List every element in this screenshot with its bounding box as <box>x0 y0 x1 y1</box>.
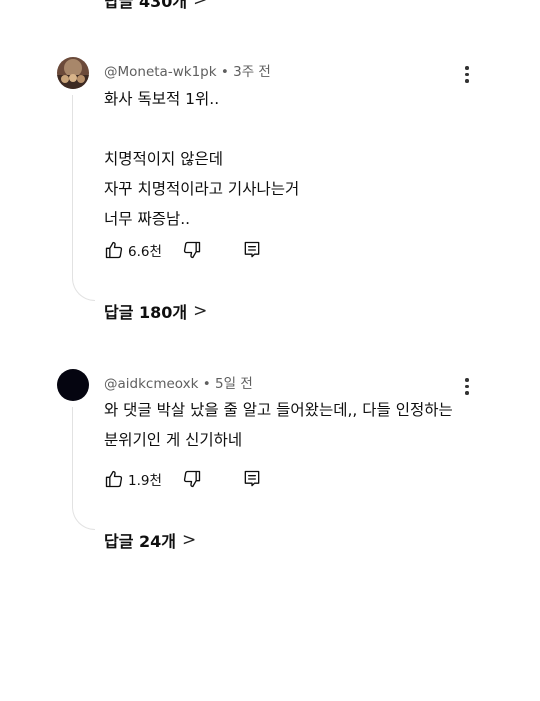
comment-text: 와 댓글 박살 났을 줄 알고 들어왔는데,, 다들 인정하는 분위기인 게 신… <box>104 401 453 449</box>
comment-time: 5일 전 <box>215 376 253 392</box>
reply-comment-icon <box>242 240 262 260</box>
author-name[interactable]: @aidkcmeoxk <box>104 376 198 392</box>
replies-button[interactable]: 답글 180개 > <box>104 299 207 323</box>
avatar[interactable] <box>57 369 89 401</box>
avatar[interactable] <box>57 57 89 89</box>
reply-button[interactable] <box>242 240 262 260</box>
like-button[interactable]: 6.6천 <box>104 240 182 260</box>
chevron-right-icon: > <box>193 301 208 321</box>
comment-meta: @aidkcmeoxk • 5일 전 <box>104 372 253 392</box>
meta-separator: • <box>202 376 211 392</box>
replies-label: 답글 430개 <box>104 0 188 11</box>
like-icon <box>104 469 124 489</box>
comment-time: 3주 전 <box>233 64 271 80</box>
chevron-right-icon: > <box>182 530 197 550</box>
author-name[interactable]: @Moneta-wk1pk <box>104 64 217 80</box>
comment-meta: @Moneta-wk1pk • 3주 전 <box>104 60 271 80</box>
replies-label: 답글 180개 <box>104 303 188 322</box>
reply-button[interactable] <box>242 469 262 489</box>
dislike-button[interactable] <box>182 240 202 260</box>
comment-actions: 6.6천 <box>104 237 262 263</box>
like-button[interactable]: 1.9천 <box>104 469 182 489</box>
thread-line <box>72 407 95 530</box>
reply-comment-icon <box>242 469 262 489</box>
like-count: 1.9천 <box>128 473 162 489</box>
more-vert-icon[interactable] <box>462 378 472 395</box>
dislike-icon <box>182 469 202 489</box>
comment-actions: 1.9천 <box>104 466 262 492</box>
dislike-button[interactable] <box>182 469 202 489</box>
more-vert-icon[interactable] <box>462 66 472 83</box>
chevron-right-icon: > <box>193 0 208 10</box>
dislike-icon <box>182 240 202 260</box>
replies-button[interactable]: 답글 24개 > <box>104 528 196 552</box>
comment-text: 화사 독보적 1위.. 치명적이지 않은데 자꾸 치명적이라고 기사나는거 너무… <box>104 90 300 228</box>
replies-button-top[interactable]: 답글 430개 > <box>104 0 207 12</box>
thread-line <box>72 95 95 301</box>
replies-label: 답글 24개 <box>104 532 176 551</box>
meta-separator: • <box>220 64 229 80</box>
like-icon <box>104 240 124 260</box>
like-count: 6.6천 <box>128 244 162 260</box>
